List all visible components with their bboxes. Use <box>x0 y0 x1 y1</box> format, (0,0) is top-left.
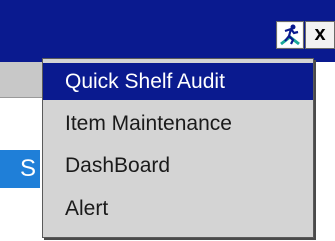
menu-item-quick-shelf-audit[interactable]: Quick Shelf Audit <box>43 63 313 100</box>
left-toolbar-strip <box>0 62 42 98</box>
menu-item-dashboard[interactable]: DashBoard <box>43 147 313 184</box>
menu-item-item-maintenance[interactable]: Item Maintenance <box>43 105 313 142</box>
menu-item-alert[interactable]: Alert <box>43 190 313 227</box>
close-button[interactable]: x <box>305 21 335 49</box>
left-action-button[interactable]: S <box>0 150 40 188</box>
running-man-icon[interactable] <box>276 21 304 49</box>
dropdown-menu: Quick Shelf Audit Item Maintenance DashB… <box>42 58 314 238</box>
